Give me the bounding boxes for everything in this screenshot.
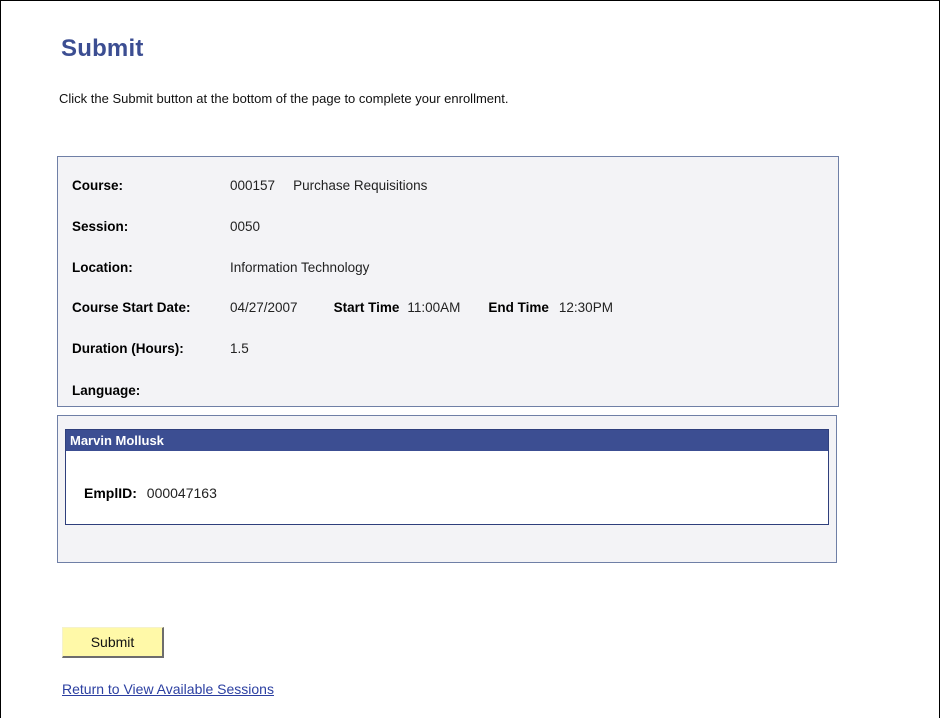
emplid-row: EmplID: 000047163 bbox=[84, 485, 217, 501]
end-time-value: 12:30PM bbox=[558, 300, 613, 315]
return-to-sessions-link[interactable]: Return to View Available Sessions bbox=[62, 681, 274, 697]
session-label: Session: bbox=[72, 219, 129, 234]
start-date-value: 04/27/2007 bbox=[230, 300, 298, 315]
instructions-text: Click the Submit button at the bottom of… bbox=[59, 91, 509, 106]
course-details-panel: Course: 000157 Purchase Requisitions Sessi… bbox=[57, 156, 839, 407]
session-row: Session: 0050 bbox=[72, 217, 260, 237]
emplid-label: EmplID: bbox=[84, 485, 137, 501]
language-label: Language: bbox=[72, 383, 141, 398]
course-label: Course: bbox=[72, 178, 124, 193]
duration-label: Duration (Hours): bbox=[72, 341, 184, 356]
language-row: Language: bbox=[72, 381, 230, 401]
schedule-row: Course Start Date: 04/27/2007 Start Time 11… bbox=[72, 298, 613, 318]
employee-name-header: Marvin Mollusk bbox=[66, 430, 828, 451]
submit-button[interactable]: Submit bbox=[62, 627, 164, 658]
emplid-value: 000047163 bbox=[146, 485, 217, 501]
duration-row: Duration (Hours): 1.5 bbox=[72, 339, 249, 359]
start-time-value: 11:00AM bbox=[407, 300, 461, 315]
employee-panel: Marvin Mollusk EmplID: 000047163 bbox=[57, 415, 837, 563]
location-value: Information Technology bbox=[230, 260, 370, 275]
end-time-label: End Time bbox=[488, 300, 549, 315]
course-row: Course: 000157 Purchase Requisitions bbox=[72, 176, 427, 196]
start-time-label: Start Time bbox=[333, 300, 400, 315]
course-name: Purchase Requisitions bbox=[293, 178, 428, 193]
duration-value: 1.5 bbox=[230, 341, 249, 356]
employee-box: Marvin Mollusk EmplID: 000047163 bbox=[65, 429, 829, 525]
course-code: 000157 bbox=[230, 178, 276, 193]
start-date-label: Course Start Date: bbox=[72, 300, 191, 315]
session-value: 0050 bbox=[230, 219, 261, 234]
location-label: Location: bbox=[72, 260, 133, 275]
page-title: Submit bbox=[61, 35, 144, 62]
location-row: Location: Information Technology bbox=[72, 258, 369, 278]
page-frame: Submit Click the Submit button at the bo… bbox=[0, 0, 940, 718]
